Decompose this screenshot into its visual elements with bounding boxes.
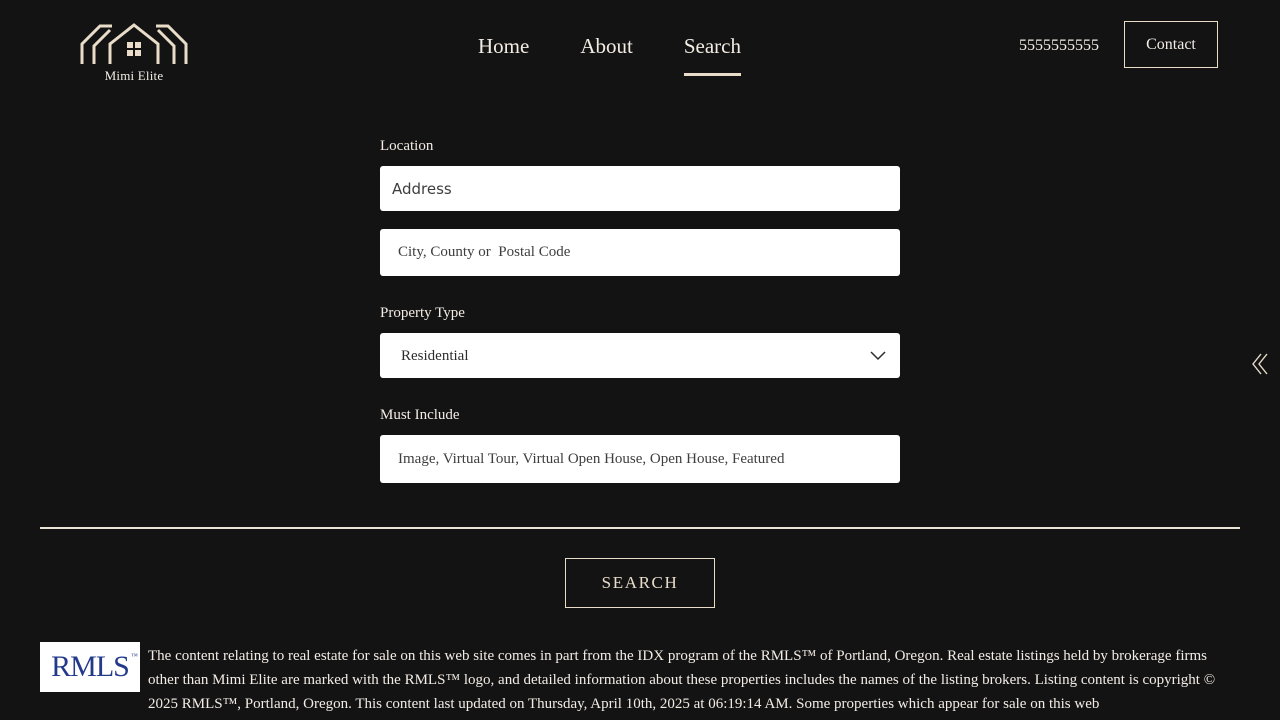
must-include-field-wrapper xyxy=(380,435,900,483)
location-label: Location xyxy=(380,138,434,154)
chevron-down-icon xyxy=(870,351,886,361)
search-button[interactable]: SEARCH xyxy=(565,558,715,608)
phone-number[interactable]: 5555555555 xyxy=(1019,37,1099,55)
property-type-select[interactable]: Residential xyxy=(380,333,900,378)
divider xyxy=(40,527,1240,529)
must-include-label: Must Include xyxy=(380,407,460,423)
brand-logo[interactable]: Mimi Elite xyxy=(80,22,188,84)
nav-about[interactable]: About xyxy=(580,34,633,76)
city-county-postal-input[interactable] xyxy=(380,229,900,276)
nav-search[interactable]: Search xyxy=(683,34,742,76)
rmls-logo: RMLS ™ xyxy=(40,642,140,692)
address-input[interactable] xyxy=(380,166,900,211)
must-include-input[interactable] xyxy=(380,435,900,483)
rmls-logo-text: RMLS ™ xyxy=(51,650,138,683)
address-field-wrapper xyxy=(380,166,900,211)
brand-name: Mimi Elite xyxy=(104,68,164,83)
property-type-value: Residential xyxy=(401,348,469,364)
contact-button[interactable]: Contact xyxy=(1124,21,1218,68)
double-chevron-left-icon[interactable] xyxy=(1251,352,1269,376)
idx-disclaimer: The content relating to real estate for … xyxy=(148,648,1216,712)
nav-home[interactable]: Home xyxy=(478,34,529,76)
house-logo-icon xyxy=(80,23,188,64)
property-type-label: Property Type xyxy=(380,305,465,321)
main-nav: Home About Search xyxy=(478,34,792,76)
city-field-wrapper xyxy=(380,229,900,276)
